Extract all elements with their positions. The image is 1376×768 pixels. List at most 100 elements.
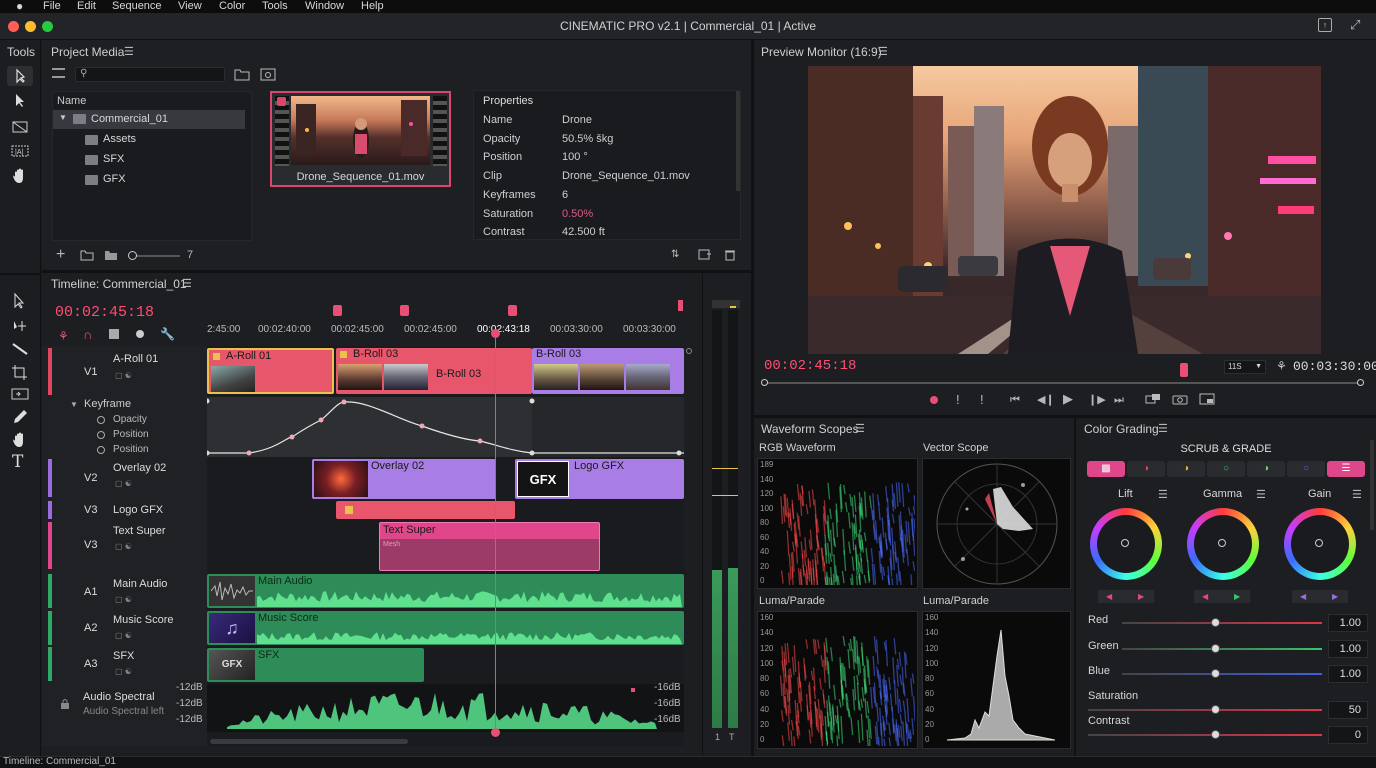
scopes-menu-icon[interactable]: ☰ [855, 421, 865, 437]
add-icon[interactable]: + [56, 247, 65, 263]
marker-1[interactable] [333, 305, 342, 316]
tree-item-commercial[interactable]: ▼ Commercial_01 [53, 110, 245, 129]
camera-icon[interactable] [1172, 393, 1188, 408]
hand-tool-2-icon[interactable] [10, 430, 30, 453]
lift-wheel[interactable] [1090, 508, 1162, 580]
clip-b-roll-1[interactable]: B-Roll 03 B-Roll 03 [336, 348, 532, 394]
preview-menu-icon[interactable]: ☰ [878, 44, 888, 60]
gamma-left-icon[interactable]: ◀ [1202, 590, 1208, 603]
menu-help[interactable]: Help [361, 0, 384, 13]
go-to-start-icon[interactable]: ⏮ [1010, 392, 1020, 408]
timeline-h-scrollbar[interactable] [210, 739, 408, 744]
preview-zoom-select[interactable]: 11S ▼ [1224, 360, 1266, 374]
mode-split-button[interactable]: ◑ [1247, 461, 1285, 477]
property-value[interactable]: Drone [562, 114, 592, 126]
import-icon[interactable] [260, 67, 276, 84]
slider-track[interactable] [1122, 647, 1322, 650]
track-a3-toggles[interactable]: ▢ ☯ [115, 667, 132, 676]
marker-4[interactable] [678, 300, 683, 311]
gain-arrows[interactable]: ◀ ▶ [1292, 590, 1348, 603]
new-bin-icon[interactable] [80, 249, 94, 264]
slider-track[interactable] [1088, 708, 1322, 711]
brush-tool-icon[interactable] [10, 408, 30, 429]
zoom-slider-knob[interactable] [128, 251, 137, 260]
menu-sequence[interactable]: Sequence [112, 0, 162, 13]
selection-tool-icon[interactable] [7, 66, 33, 86]
play-icon[interactable]: ▶ [1063, 391, 1073, 407]
clip-music-score[interactable]: ♫ Music Score [207, 611, 684, 645]
slider-value-field[interactable]: 1.00 [1328, 639, 1368, 658]
kf-opacity-radio[interactable] [97, 416, 105, 424]
fullscreen-icon[interactable]: ⤢ [1350, 17, 1360, 33]
apple-icon[interactable]: ● [16, 0, 23, 13]
property-value[interactable]: 42.500 ft [562, 226, 605, 238]
lift-left-icon[interactable]: ◀ [1106, 590, 1112, 603]
new-item-icon[interactable] [698, 248, 712, 264]
playhead-line[interactable] [495, 332, 496, 735]
clip-v3-bar[interactable] [336, 501, 515, 519]
preview-tool-icon[interactable]: ⚘ [1276, 359, 1287, 373]
sort-icon[interactable]: ⇅ [671, 249, 679, 260]
panel-menu-icon[interactable]: ☰ [124, 44, 134, 60]
gain-menu-icon[interactable]: ☰ [1352, 487, 1362, 503]
clip-main-audio[interactable]: Main Audio [207, 574, 684, 608]
property-value[interactable]: Drone_Sequence_01.mov [562, 170, 690, 182]
preview-in-marker[interactable] [1180, 363, 1188, 377]
menu-file[interactable]: File [43, 0, 61, 13]
kf-position-radio[interactable] [97, 431, 105, 439]
move-tool-icon[interactable] [10, 317, 30, 338]
razor-tool-icon[interactable]: |A| [10, 142, 30, 163]
keyframe-chevron-icon[interactable]: ▼ [70, 400, 78, 409]
preview-frame[interactable] [808, 66, 1321, 354]
step-forward-icon[interactable]: ❙▶ [1088, 392, 1106, 408]
clip-b-roll-2[interactable]: B-Roll 03 [532, 348, 684, 394]
pip-icon[interactable] [1199, 393, 1215, 408]
lift-right-icon[interactable]: ▶ [1138, 590, 1144, 603]
bin-icon[interactable] [104, 249, 118, 264]
timeline-select-icon[interactable] [10, 292, 30, 313]
track-a1-toggles[interactable]: ▢ ☯ [115, 595, 132, 604]
crop-tool-icon[interactable] [10, 118, 30, 139]
marker-icon[interactable] [108, 328, 120, 343]
slider-knob[interactable] [1211, 618, 1220, 627]
slider-track[interactable] [1088, 734, 1322, 736]
menu-color[interactable]: Color [219, 0, 245, 13]
trim-tool-icon[interactable] [10, 363, 30, 384]
record-button[interactable] [930, 396, 938, 404]
wrench-icon[interactable]: 🔧 [160, 327, 175, 341]
gain-left-icon[interactable]: ◀ [1300, 590, 1306, 603]
menu-view[interactable]: View [178, 0, 202, 13]
search-input[interactable]: ⚲ [75, 67, 225, 82]
clip-a-roll[interactable]: A-Roll 01 [207, 348, 334, 394]
mode-red-button[interactable]: ◑ [1127, 461, 1165, 477]
tree-item-sfx[interactable]: SFX [53, 150, 245, 169]
lift-menu-icon[interactable]: ☰ [1158, 487, 1168, 503]
properties-scrollbar[interactable] [736, 91, 740, 191]
timeline-menu-icon[interactable]: ☰ [182, 276, 192, 292]
export-frame-icon[interactable] [1145, 393, 1161, 408]
gamma-right-icon[interactable]: ▶ [1234, 590, 1240, 603]
menu-window[interactable]: Window [305, 0, 344, 13]
slider-knob[interactable] [1211, 730, 1220, 739]
mode-yellow-button[interactable]: ◑ [1167, 461, 1205, 477]
tree-item-gfx[interactable]: GFX [53, 170, 245, 189]
color-menu-icon[interactable]: ☰ [1158, 421, 1168, 437]
property-value[interactable]: 6 [562, 189, 568, 201]
folder-icon[interactable] [234, 67, 250, 84]
share-icon[interactable]: ↑ [1318, 18, 1332, 32]
lock-icon[interactable] [60, 698, 70, 713]
snap-icon[interactable]: ⚘ [58, 329, 69, 343]
lift-arrows[interactable]: ◀ ▶ [1098, 590, 1154, 603]
track-scrollbar[interactable] [686, 348, 692, 354]
gain-wheel[interactable] [1284, 508, 1356, 580]
slider-value-field[interactable]: 1.00 [1328, 614, 1368, 632]
clip-logo-gfx[interactable]: GFX Logo GFX [515, 459, 684, 499]
clip-overlay[interactable]: Overlay 02 [312, 459, 496, 499]
magnet-icon[interactable]: ∩ [83, 327, 92, 342]
gain-right-icon[interactable]: ▶ [1332, 590, 1338, 603]
slider-knob[interactable] [1211, 643, 1220, 653]
pen-tool-icon[interactable] [10, 340, 30, 361]
property-value[interactable]: 100 ° [562, 151, 588, 163]
track-v2-toggles[interactable]: ▢ ☯ [115, 479, 132, 488]
slider-track[interactable] [1122, 673, 1322, 675]
